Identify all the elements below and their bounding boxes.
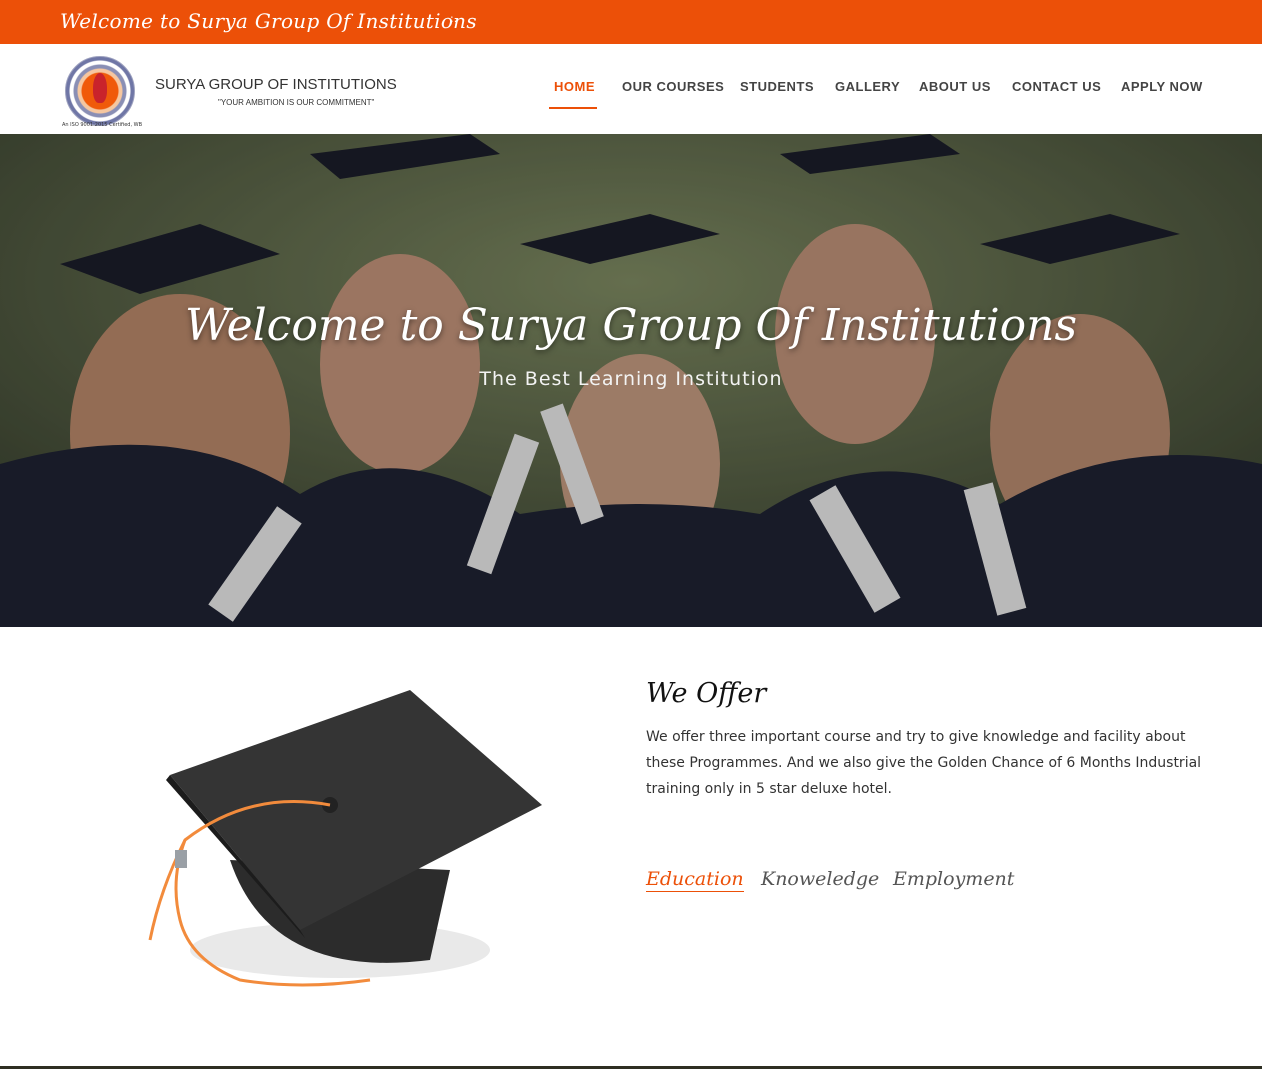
nav-gallery[interactable]: GALLERY [835, 79, 900, 94]
top-welcome-text: Welcome to Surya Group Of Institutions [60, 9, 477, 33]
top-banner: Welcome to Surya Group Of Institutions :… [0, 0, 1262, 44]
hero-title: Welcome to Surya Group Of Institutions [184, 300, 1078, 351]
nav-about-us[interactable]: ABOUT US [919, 79, 991, 94]
nav-home[interactable]: HOME [554, 79, 595, 94]
hero-subtitle: The Best Learning Institution [479, 368, 783, 390]
nav-our-courses[interactable]: OUR COURSES [622, 79, 724, 94]
iso-certification-text: An ISO 9001:2015 Certified, WB [62, 122, 142, 128]
graduation-cap-icon [148, 690, 542, 987]
top-marker: :. [450, 12, 458, 25]
offer-title: We Offer [646, 678, 767, 709]
nav-contact-us[interactable]: CONTACT US [1012, 79, 1101, 94]
tab-education[interactable]: Education [646, 868, 744, 892]
tab-employment[interactable]: Employment [893, 868, 1014, 890]
hero-banner: Welcome to Surya Group Of Institutions T… [0, 134, 1262, 627]
nav-active-indicator [549, 107, 597, 109]
brand-tagline: "YOUR AMBITION IS OUR COMMITMENT" [218, 98, 375, 107]
main-navigation: HOME OUR COURSES STUDENTS GALLERY ABOUT … [0, 79, 1262, 99]
nav-students[interactable]: STUDENTS [740, 79, 814, 94]
site-header: An ISO 9001:2015 Certified, WB SURYA GRO… [0, 44, 1262, 134]
nav-apply-now[interactable]: APPLY NOW [1121, 79, 1203, 94]
tab-knoweledge[interactable]: Knoweledge [761, 868, 879, 890]
offer-description: We offer three important course and try … [646, 729, 1202, 797]
